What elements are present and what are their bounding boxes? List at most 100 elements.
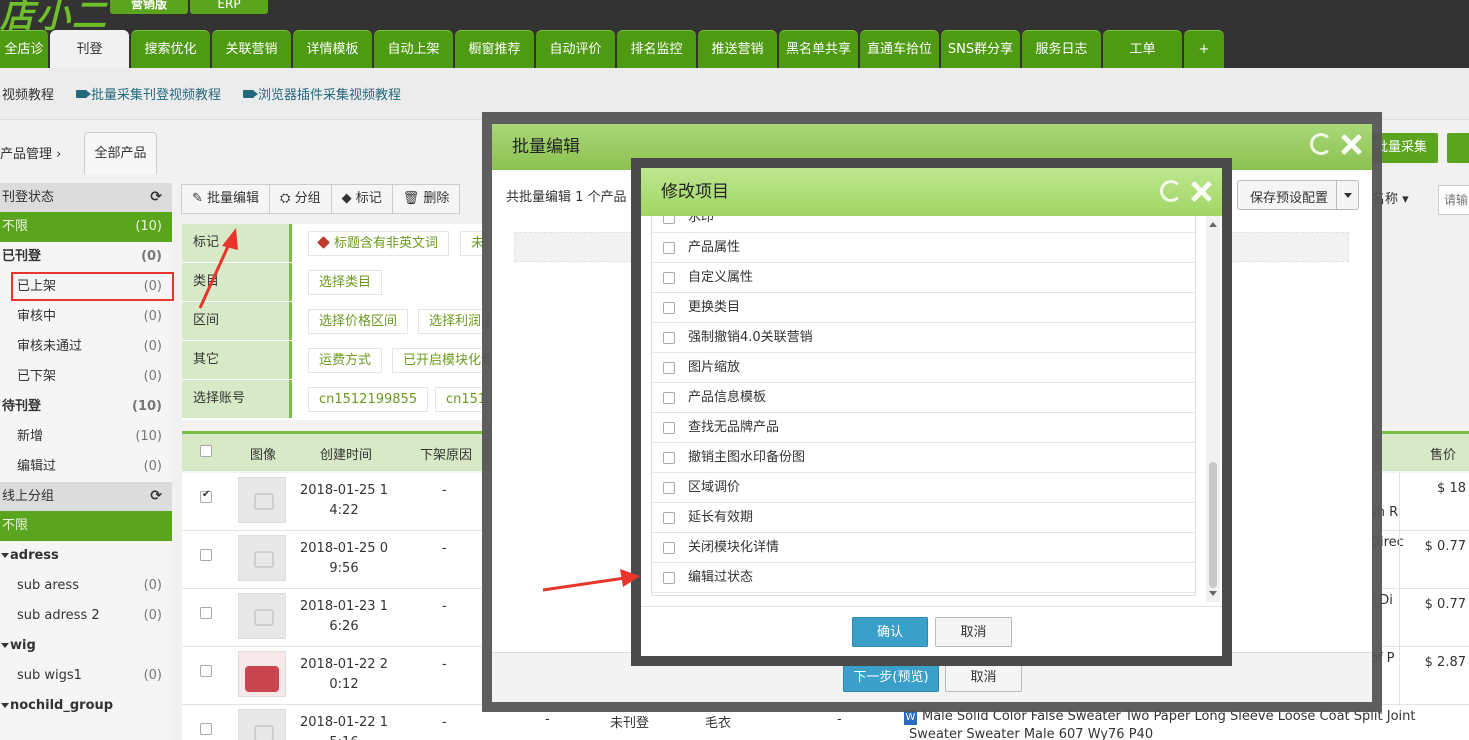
modify-item-option[interactable]: 撤销主图水印备份图	[652, 443, 1195, 473]
close-icon[interactable]	[1340, 133, 1362, 155]
search-input[interactable]	[1438, 185, 1469, 215]
close-icon[interactable]	[1190, 180, 1212, 202]
product-title-link-line2[interactable]: Sweater Sweater Male 607 Wy76 P40	[909, 727, 1153, 740]
mark-button[interactable]: ◆ 标记	[330, 184, 393, 214]
sidebar-group-item[interactable]: sub adress 2 (0)	[0, 601, 172, 631]
nav-tab-7[interactable]: 自动评价	[536, 30, 615, 68]
scroll-up-arrow[interactable]	[1209, 222, 1217, 227]
modify-item-option[interactable]: 更换类目	[652, 293, 1195, 323]
plugin-tutorial-link[interactable]: 浏览器插件采集视频教程	[243, 84, 401, 103]
cancel-button[interactable]: 取消	[935, 617, 1012, 647]
batch-collect-tutorial-link[interactable]: 批量采集刊登视频教程	[76, 84, 221, 103]
modify-item-option[interactable]: 延长有效期	[652, 503, 1195, 533]
sidebar-group-item[interactable]: wig	[0, 631, 172, 661]
sidebar-group-item[interactable]: adress	[0, 541, 172, 571]
modify-item-option[interactable]: 区域调价	[652, 473, 1195, 503]
row-checkbox[interactable]	[200, 665, 212, 677]
filter-option[interactable]: 运费方式	[308, 348, 383, 373]
item-checkbox[interactable]	[663, 302, 675, 314]
filter-option[interactable]: 选择类目	[308, 270, 383, 295]
row-checkbox[interactable]	[200, 607, 212, 619]
nav-tab-0[interactable]: 全店诊断	[0, 30, 48, 95]
nav-tab-9[interactable]: 推送营销	[698, 30, 777, 68]
modify-item-option[interactable]: 水印	[652, 216, 1195, 233]
item-checkbox[interactable]	[663, 422, 675, 434]
refresh-icon[interactable]: ⟳	[150, 183, 162, 212]
confirm-button[interactable]: 确认	[852, 617, 928, 647]
nav-tab-2[interactable]: 搜索优化	[131, 30, 210, 68]
modify-item-option[interactable]: 自定义属性	[652, 263, 1195, 293]
breadcrumb[interactable]: 产品管理 ›	[0, 143, 61, 162]
next-preview-button[interactable]: 下一步(预览)	[843, 662, 939, 692]
item-checkbox[interactable]	[663, 452, 675, 464]
nav-tab-14[interactable]: 工单	[1103, 30, 1182, 68]
nav-tab-8[interactable]: 排名监控	[617, 30, 696, 68]
chevron-down-icon[interactable]	[1336, 181, 1358, 209]
filter-option[interactable]: cn1512199855	[308, 387, 429, 412]
save-preset-button[interactable]: 保存预设配置	[1237, 180, 1359, 210]
item-checkbox[interactable]	[663, 362, 675, 374]
sidebar-status-item[interactable]: 新增 (10)	[0, 422, 172, 452]
nav-tab-3[interactable]: 关联营销	[212, 30, 291, 68]
scroll-down-arrow[interactable]	[1209, 591, 1217, 596]
sidebar-group-item[interactable]: nochild_group	[0, 691, 172, 721]
item-checkbox[interactable]	[663, 512, 675, 524]
modify-item-option[interactable]: 强制撤销4.0关联营销	[652, 323, 1195, 353]
list-scrollbar[interactable]	[1206, 216, 1220, 602]
cancel-button[interactable]: 取消	[945, 662, 1022, 692]
product-thumbnail[interactable]	[238, 477, 286, 523]
item-checkbox[interactable]	[663, 332, 675, 344]
modify-item-option[interactable]: 产品信息模板	[652, 383, 1195, 413]
nav-tab-15[interactable]: +	[1184, 30, 1224, 68]
batch-edit-button[interactable]: ✎ 批量编辑	[181, 184, 271, 214]
nav-tab-5[interactable]: 自动上架	[374, 30, 453, 68]
modify-item-option[interactable]: 关闭模块化详情	[652, 533, 1195, 563]
modify-item-option[interactable]: 编辑过状态	[652, 563, 1195, 593]
select-all-checkbox[interactable]	[200, 445, 212, 457]
item-checkbox[interactable]	[663, 542, 675, 554]
refresh-icon[interactable]	[1160, 180, 1182, 202]
product-thumbnail[interactable]	[238, 593, 286, 639]
sidebar-status-item[interactable]: 审核未通过 (0)	[0, 332, 172, 362]
item-checkbox[interactable]	[663, 242, 675, 254]
nav-tab-12[interactable]: SNS群分享	[941, 30, 1020, 68]
filter-option[interactable]: 标题含有非英文词	[308, 231, 450, 256]
nav-tab-1[interactable]: 刊登	[50, 30, 129, 68]
sidebar-group-item[interactable]: sub wigs1 (0)	[0, 661, 172, 691]
modify-item-option[interactable]: 图片缩放	[652, 353, 1195, 383]
modify-item-option[interactable]: 产品属性	[652, 233, 1195, 263]
erp-link[interactable]: ERP	[190, 0, 268, 14]
nav-tab-11[interactable]: 直通车拾位	[860, 30, 939, 68]
product-thumbnail[interactable]	[238, 535, 286, 581]
tab-all-products[interactable]: 全部产品	[84, 132, 157, 174]
refresh-icon[interactable]	[1310, 133, 1332, 155]
modify-item-option[interactable]: 查找无品牌产品	[652, 413, 1195, 443]
extra-green-button[interactable]	[1447, 133, 1469, 163]
sidebar-status-item[interactable]: 编辑过 (0)	[0, 452, 172, 482]
item-checkbox[interactable]	[663, 482, 675, 494]
refresh-icon[interactable]: ⟳	[150, 482, 162, 511]
column-created[interactable]: 创建时间	[320, 444, 372, 463]
nav-tab-10[interactable]: 黑名单共享	[779, 30, 858, 68]
sidebar-status-item[interactable]: 已刊登 (0)	[0, 242, 172, 272]
version-dropdown[interactable]: 营销版	[110, 0, 188, 14]
row-checkbox[interactable]	[200, 723, 212, 735]
sidebar-status-item[interactable]: 已下架 (0)	[0, 362, 172, 392]
item-checkbox[interactable]	[663, 216, 675, 224]
sidebar-status-item[interactable]: 审核中 (0)	[0, 302, 172, 332]
sidebar-status-item[interactable]: 待刊登 (10)	[0, 392, 172, 422]
filter-option[interactable]: 选择价格区间	[308, 309, 409, 334]
nav-tab-4[interactable]: 详情模板	[293, 30, 372, 68]
item-checkbox[interactable]	[663, 392, 675, 404]
nav-tab-13[interactable]: 服务日志	[1022, 30, 1101, 68]
sidebar-group-item[interactable]: sub aress (0)	[0, 571, 172, 601]
row-checkbox[interactable]	[200, 489, 212, 503]
scroll-thumb[interactable]	[1209, 462, 1217, 588]
product-thumbnail[interactable]	[238, 651, 286, 697]
row-checkbox[interactable]	[200, 549, 212, 561]
delete-button[interactable]: 🗑 删除	[391, 184, 461, 214]
item-checkbox[interactable]	[663, 272, 675, 284]
sidebar-group-item[interactable]: 不限	[0, 511, 172, 541]
group-button[interactable]: ⛭ 分组	[269, 184, 332, 214]
nav-tab-6[interactable]: 橱窗推荐	[455, 30, 534, 68]
